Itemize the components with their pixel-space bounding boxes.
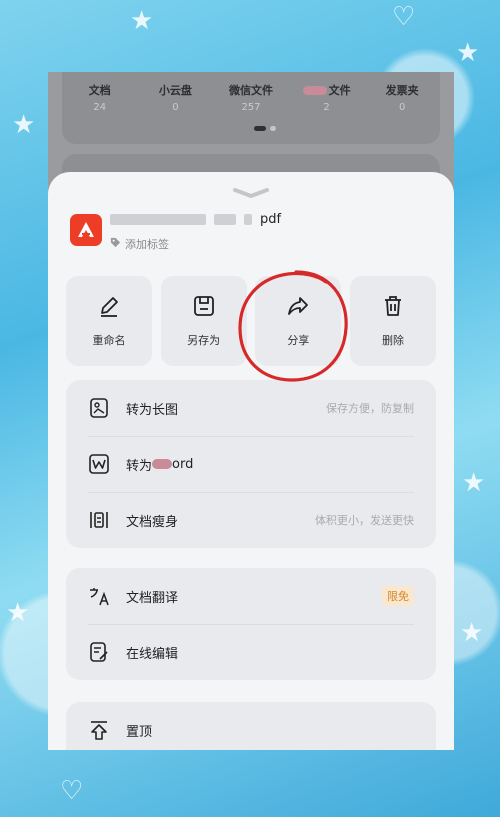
edit-doc-icon	[88, 641, 110, 663]
word-icon	[88, 453, 110, 475]
category-label: 发票夹	[385, 84, 419, 97]
pin-card: 置顶	[66, 702, 436, 750]
pencil-icon	[97, 294, 121, 322]
to-long-image-label: 转为长图	[126, 402, 179, 418]
category-invoice[interactable]: 发票夹 0	[367, 82, 437, 113]
file-header: pdf 添加标签	[70, 212, 430, 252]
add-tag-label: 添加标签	[125, 238, 169, 251]
category-count: 0	[398, 102, 406, 113]
star-decoration-icon: ★	[462, 468, 486, 498]
category-docs[interactable]: 文档 24	[65, 82, 135, 113]
star-decoration-icon: ★	[130, 6, 154, 36]
rename-button[interactable]: 重命名	[66, 276, 152, 366]
add-tag-button[interactable]: 添加标签	[110, 236, 169, 252]
file-action-sheet: pdf 添加标签 重命名 另存为 分享 删除 转为长图 保存方便，防复制 转为 …	[48, 172, 454, 750]
heart-decoration-icon: ♡	[392, 2, 416, 32]
category-count: 0	[172, 102, 179, 113]
translate-document-label: 文档翻译	[126, 590, 179, 606]
share-icon	[286, 294, 310, 322]
compress-icon	[88, 509, 110, 531]
pin-top-icon	[88, 719, 110, 741]
category-counts-card: 文档 24 小云盘 0 微信文件 257 文件 2 发票夹 0	[62, 72, 440, 144]
pin-to-top-item[interactable]: 置顶	[66, 702, 436, 750]
tag-icon	[110, 237, 121, 251]
star-decoration-icon: ★	[12, 110, 36, 140]
star-decoration-icon: ★	[6, 598, 30, 628]
collapse-chevron-icon[interactable]	[231, 184, 271, 198]
trash-icon	[381, 294, 405, 322]
page-dot-active	[254, 126, 266, 131]
category-label: 小云盘	[158, 84, 192, 97]
redacted-sticker-icon	[152, 459, 173, 469]
delete-label: 删除	[381, 334, 404, 347]
to-word-item[interactable]: 转为 ord	[66, 436, 436, 492]
category-label: 文件	[292, 82, 362, 98]
slim-document-label: 文档瘦身	[126, 514, 179, 530]
rename-label: 重命名	[92, 334, 126, 347]
redacted-filename	[244, 214, 252, 225]
to-long-image-hint: 保存方便，防复制	[326, 402, 414, 415]
share-label: 分享	[287, 334, 310, 347]
slim-document-hint: 体积更小，发送更快	[315, 514, 414, 527]
page-dot	[270, 126, 276, 131]
file-extension: pdf	[260, 212, 282, 227]
save-icon	[192, 294, 216, 322]
file-name[interactable]: pdf	[110, 212, 281, 227]
slim-document-item[interactable]: 文档瘦身 体积更小，发送更快	[66, 492, 436, 548]
category-wechat[interactable]: 微信文件 257	[216, 82, 286, 113]
online-edit-label: 在线编辑	[126, 646, 179, 662]
long-image-icon	[88, 397, 110, 419]
category-other-app[interactable]: 文件 2	[292, 82, 362, 113]
translate-document-item[interactable]: 文档翻译 限免	[66, 568, 436, 624]
pin-to-top-label: 置顶	[126, 724, 153, 740]
conversion-tools-card: 转为长图 保存方便，防复制 转为 ord 文档瘦身 体积更小，发送更快	[66, 380, 436, 548]
translate-icon	[88, 585, 110, 607]
category-count: 257	[241, 102, 261, 113]
redacted-filename	[110, 214, 206, 225]
save-as-button[interactable]: 另存为	[160, 276, 247, 366]
category-cloud[interactable]: 小云盘 0	[140, 82, 210, 113]
category-count: 2	[323, 102, 330, 113]
category-count: 24	[93, 102, 107, 113]
delete-button[interactable]: 删除	[349, 276, 436, 366]
redacted-sticker-icon	[302, 85, 327, 95]
redacted-filename	[214, 214, 236, 225]
category-label: 微信文件	[228, 84, 273, 97]
editing-tools-card: 文档翻译 限免 在线编辑	[66, 568, 436, 680]
star-decoration-icon: ★	[456, 38, 480, 68]
page-indicator	[254, 126, 276, 131]
pdf-icon	[70, 214, 102, 246]
category-label: 文档	[88, 84, 111, 97]
app-window: 文档 24 小云盘 0 微信文件 257 文件 2 发票夹 0 pdf 添加标签…	[48, 72, 454, 750]
star-decoration-icon: ★	[460, 618, 484, 648]
quick-actions: 重命名 另存为 分享 删除	[66, 276, 436, 366]
heart-decoration-icon: ♡	[60, 776, 84, 806]
share-button[interactable]: 分享	[255, 276, 342, 366]
save-as-label: 另存为	[187, 334, 221, 347]
free-badge: 限免	[382, 586, 414, 606]
online-edit-item[interactable]: 在线编辑	[66, 624, 436, 680]
to-word-label: 转为 ord	[126, 456, 194, 474]
to-long-image-item[interactable]: 转为长图 保存方便，防复制	[66, 380, 436, 436]
